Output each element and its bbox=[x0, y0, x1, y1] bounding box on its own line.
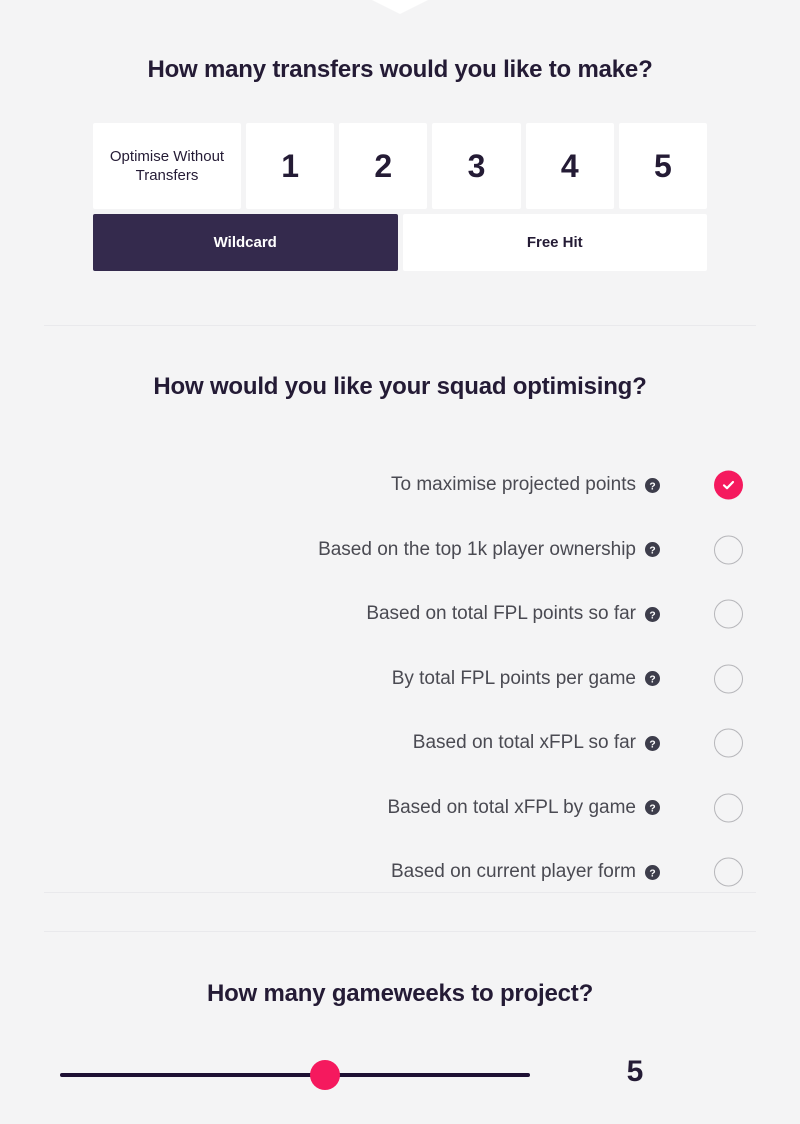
svg-text:?: ? bbox=[649, 546, 655, 557]
question-mark-circle-icon[interactable]: ? bbox=[645, 864, 660, 880]
transfer-option-label: 2 bbox=[374, 147, 393, 184]
option-label-wrap: Based on the top 1k player ownership ? bbox=[318, 539, 660, 561]
option-radio[interactable] bbox=[714, 664, 743, 694]
transfer-option-5[interactable]: 5 bbox=[618, 123, 708, 209]
transfer-count-options: Optimise Without Transfers 1 2 3 4 5 bbox=[93, 84, 708, 209]
option-label-wrap: To maximise projected points ? bbox=[391, 474, 660, 496]
option-label: Based on total xFPL by game bbox=[387, 796, 636, 818]
option-label-wrap: Based on total xFPL so far ? bbox=[413, 732, 660, 754]
gameweeks-heading: How many gameweeks to project? bbox=[206, 980, 594, 1007]
question-mark-circle-icon[interactable]: ? bbox=[645, 606, 660, 622]
transfer-option-label: 4 bbox=[560, 147, 579, 184]
section-divider-top bbox=[44, 325, 756, 326]
option-label: To maximise projected points bbox=[391, 474, 636, 496]
svg-text:?: ? bbox=[649, 739, 655, 750]
transfer-option-1[interactable]: 1 bbox=[246, 123, 335, 209]
option-label: Based on total FPL points so far bbox=[366, 603, 636, 625]
section-divider-gameweeks-top bbox=[44, 931, 756, 932]
optimise-heading: How would you like your squad optimising… bbox=[153, 373, 647, 400]
option-label-wrap: Based on current player form ? bbox=[391, 861, 660, 883]
option-label-wrap: Based on total xFPL by game ? bbox=[387, 797, 660, 819]
svg-text:?: ? bbox=[649, 610, 655, 621]
question-mark-circle-icon[interactable]: ? bbox=[645, 671, 660, 687]
option-radio[interactable] bbox=[714, 728, 743, 758]
chip-free-hit[interactable]: Free Hit bbox=[402, 214, 707, 271]
transfer-option-3[interactable]: 3 bbox=[432, 123, 521, 209]
option-radio[interactable] bbox=[714, 535, 743, 565]
chip-label: Wildcard bbox=[213, 234, 277, 251]
chip-wildcard[interactable]: Wildcard bbox=[93, 214, 398, 271]
question-mark-circle-icon[interactable]: ? bbox=[645, 800, 660, 816]
transfer-option-label: 3 bbox=[467, 147, 486, 184]
optimise-option-total-xfpl-by-game[interactable]: Based on total xFPL by game ? bbox=[0, 776, 800, 841]
slider-value: 5 bbox=[626, 1055, 644, 1088]
slider-track[interactable] bbox=[60, 1073, 530, 1077]
transfer-option-2[interactable]: 2 bbox=[339, 123, 428, 209]
transfer-option-label: 1 bbox=[281, 147, 299, 184]
gameweeks-slider[interactable]: 5 bbox=[0, 1055, 800, 1095]
transfer-option-optimise-without-transfers[interactable]: Optimise Without Transfers bbox=[93, 123, 241, 209]
gameweeks-section: How many gameweeks to project? 5 bbox=[0, 980, 800, 1095]
svg-text:?: ? bbox=[649, 481, 655, 492]
optimise-option-total-fpl-points[interactable]: Based on total FPL points so far ? bbox=[0, 582, 800, 647]
option-label: Based on the top 1k player ownership bbox=[318, 538, 636, 560]
chip-label: Free Hit bbox=[526, 234, 583, 251]
option-radio[interactable] bbox=[714, 599, 743, 629]
optimise-option-list: To maximise projected points ? Based on … bbox=[0, 453, 800, 905]
svg-text:?: ? bbox=[649, 868, 655, 879]
optimise-option-fpl-points-per-game[interactable]: By total FPL points per game ? bbox=[0, 647, 800, 712]
panel-notch-icon bbox=[372, 0, 428, 14]
option-label-wrap: By total FPL points per game ? bbox=[392, 668, 660, 690]
transfer-option-label: 5 bbox=[654, 147, 672, 184]
transfer-option-label: Optimise Without Transfers bbox=[109, 148, 225, 184]
option-radio[interactable] bbox=[714, 857, 743, 887]
option-label-wrap: Based on total FPL points so far ? bbox=[366, 603, 660, 625]
section-divider-options-bottom bbox=[44, 892, 756, 893]
svg-text:?: ? bbox=[649, 804, 655, 815]
optimise-option-current-player-form[interactable]: Based on current player form ? bbox=[0, 840, 800, 905]
option-radio-selected[interactable] bbox=[714, 470, 743, 500]
check-icon bbox=[722, 481, 735, 490]
optimise-section: How would you like your squad optimising… bbox=[0, 373, 800, 905]
question-mark-circle-icon[interactable]: ? bbox=[645, 735, 660, 751]
optimise-option-maximise-projected-points[interactable]: To maximise projected points ? bbox=[0, 453, 800, 518]
option-label: By total FPL points per game bbox=[391, 667, 636, 689]
transfer-option-4[interactable]: 4 bbox=[525, 123, 614, 209]
question-mark-circle-icon[interactable]: ? bbox=[645, 542, 660, 558]
transfers-section: How many transfers would you like to mak… bbox=[0, 56, 800, 271]
transfers-heading: How many transfers would you like to mak… bbox=[147, 56, 653, 83]
optimise-option-total-xfpl-so-far[interactable]: Based on total xFPL so far ? bbox=[0, 711, 800, 776]
question-mark-circle-icon[interactable]: ? bbox=[645, 477, 660, 493]
slider-thumb[interactable] bbox=[310, 1060, 340, 1090]
option-radio[interactable] bbox=[714, 793, 743, 823]
optimise-option-top-1k-ownership[interactable]: Based on the top 1k player ownership ? bbox=[0, 518, 800, 583]
svg-text:?: ? bbox=[649, 675, 655, 686]
option-label: Based on current player form bbox=[390, 861, 636, 883]
chip-options: Wildcard Free Hit bbox=[93, 214, 707, 271]
option-label: Based on total xFPL so far bbox=[412, 732, 636, 754]
